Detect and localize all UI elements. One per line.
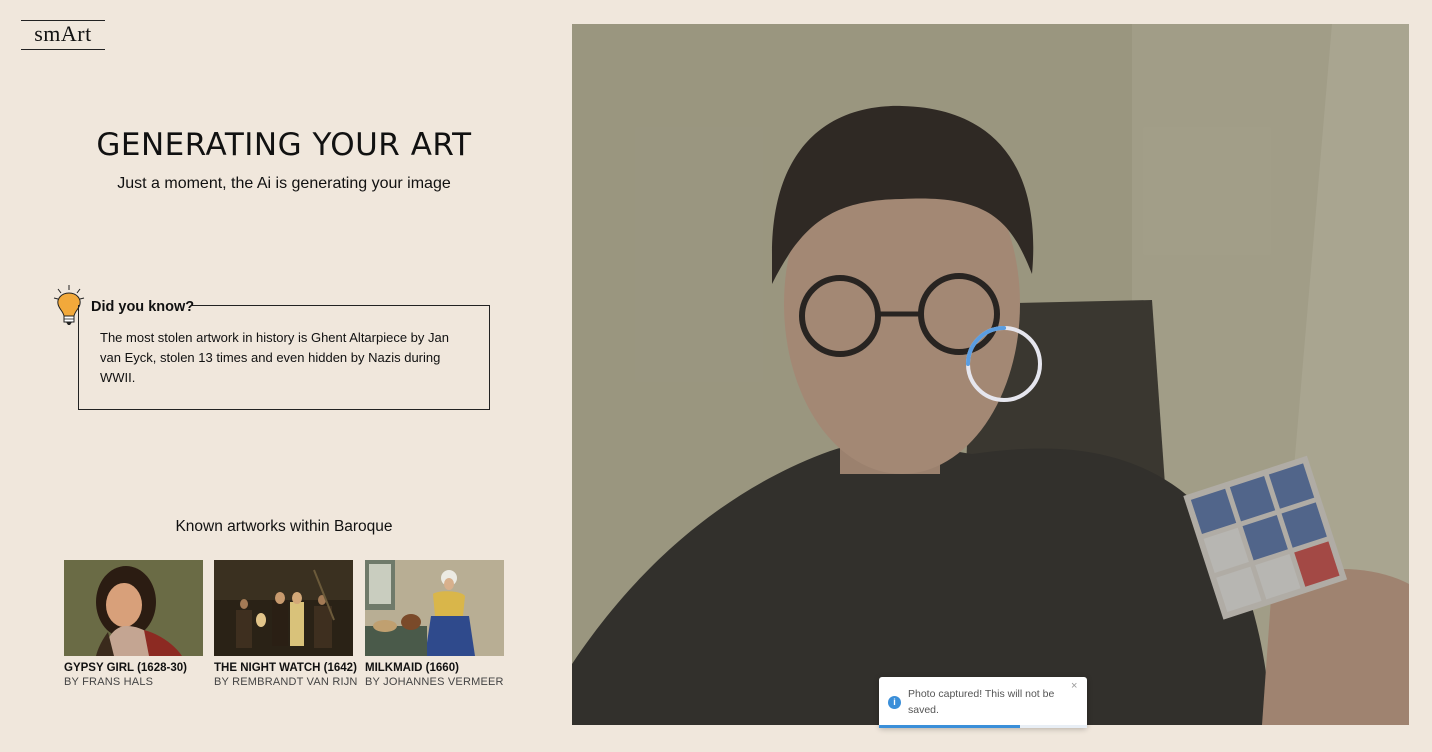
artwork-title: GYPSY GIRL (1628-30) (64, 662, 187, 674)
artwork-thumbnail-gypsy-girl (64, 560, 203, 656)
camera-feed (572, 24, 1409, 725)
artwork-title: THE NIGHT WATCH (1642) (214, 662, 357, 674)
artwork-artist: BY REMBRANDT VAN RIJN (214, 676, 358, 688)
fact-box-border (192, 305, 489, 306)
known-artworks-title: Known artworks within Baroque (175, 518, 393, 535)
toast-progress-bar (879, 725, 1021, 728)
fact-text: The most stolen artwork in history is Gh… (100, 330, 449, 385)
info-icon: i (888, 696, 901, 709)
logo[interactable]: smArt (21, 20, 105, 50)
artwork-title: MILKMAID (1660) (365, 662, 459, 674)
toast-notification: i Photo captured! This will not be saved… (879, 677, 1087, 728)
artwork-card-night-watch[interactable]: THE NIGHT WATCH (1642) BY REMBRANDT VAN … (214, 560, 358, 688)
artwork-card-gypsy-girl[interactable]: GYPSY GIRL (1628-30) BY FRANS HALS (64, 560, 204, 688)
page-subtitle: Just a moment, the Ai is generating your… (117, 175, 451, 192)
close-icon[interactable]: × (1071, 680, 1077, 692)
loading-spinner-icon (966, 326, 1042, 402)
artwork-thumbnail-night-watch (214, 560, 353, 656)
artwork-artist: BY FRANS HALS (64, 676, 154, 688)
artwork-thumbnail-milkmaid (365, 560, 504, 656)
page-title: GENERATING YOUR ART (96, 127, 472, 163)
artwork-artist: BY JOHANNES VERMEER (365, 676, 504, 688)
fact-heading: Did you know? (91, 299, 195, 315)
toast-message: Photo captured! This will not be saved. (908, 688, 1055, 716)
artwork-card-milkmaid[interactable]: MILKMAID (1660) BY JOHANNES VERMEER (365, 560, 505, 688)
